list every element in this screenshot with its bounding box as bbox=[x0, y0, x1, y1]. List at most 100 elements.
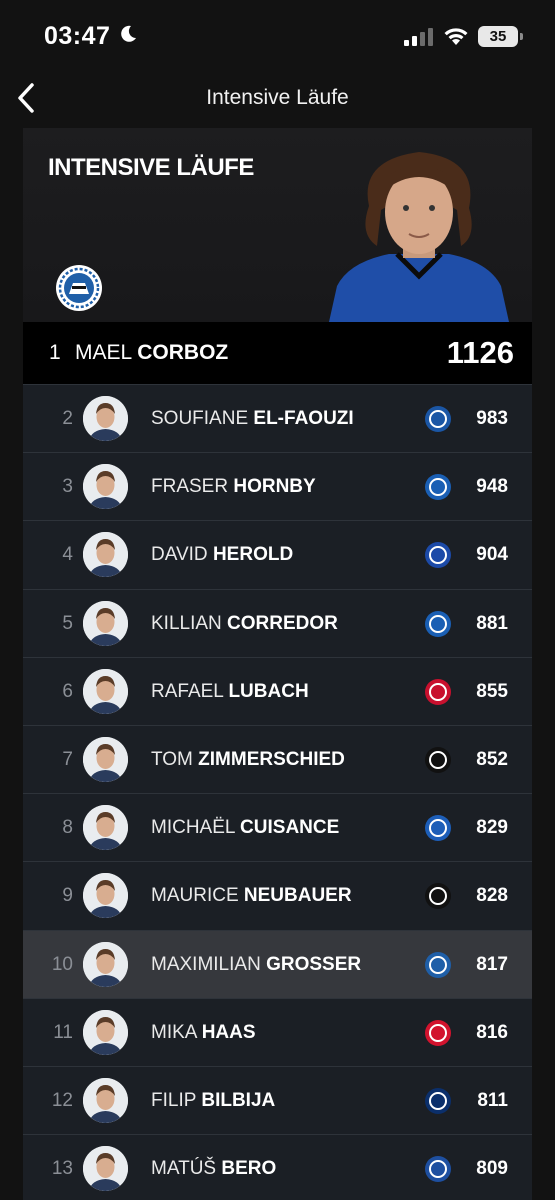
player-avatar bbox=[83, 600, 128, 646]
player-last-name: NEUBAUER bbox=[243, 885, 352, 907]
player-value: 829 bbox=[476, 817, 508, 839]
player-last-name: EL-FAOUZI bbox=[253, 408, 354, 429]
hero-title: INTENSIVE LÄUFE bbox=[48, 154, 254, 181]
player-first-name: FRASER bbox=[151, 476, 229, 498]
darmstadt-crest-icon bbox=[425, 610, 451, 637]
player-first-name: RAFAEL bbox=[151, 680, 224, 702]
player-photo bbox=[329, 152, 509, 322]
player-avatar bbox=[83, 805, 128, 851]
player-avatar bbox=[83, 668, 128, 714]
player-value: 828 bbox=[476, 885, 508, 907]
player-value: 817 bbox=[476, 953, 508, 975]
ranking-row[interactable]: 8 MICHAËL CUISANCE 829 bbox=[23, 793, 532, 862]
player-face-icon bbox=[83, 532, 128, 578]
player-name: TOM ZIMMERSCHIED bbox=[151, 749, 345, 771]
leader-rank: 1 bbox=[49, 341, 61, 364]
player-name: DAVID HEROLD bbox=[151, 544, 293, 566]
leader-row[interactable]: 1 MAEL CORBOZ 1126 bbox=[23, 322, 532, 384]
player-name: MICHAËL CUISANCE bbox=[151, 817, 339, 839]
leader-name: MAEL CORBOZ bbox=[75, 341, 228, 365]
player-last-name: ZIMMERSCHIED bbox=[198, 748, 345, 770]
player-last-name: CORREDOR bbox=[227, 612, 338, 634]
player-name: RAFAEL LUBACH bbox=[151, 681, 309, 703]
player-last-name: HAAS bbox=[201, 1021, 256, 1043]
player-name: FILIP BILBIJA bbox=[151, 1090, 275, 1112]
hertha-crest-icon bbox=[425, 815, 451, 842]
player-last-name: GROSSER bbox=[266, 953, 362, 975]
player-first-name: TOM bbox=[151, 748, 193, 770]
status-time: 03:47 bbox=[44, 22, 111, 50]
page-title: Intensive Läufe bbox=[206, 86, 349, 109]
ranking-list: 2 SOUFIANE EL-FAOUZI 983 3 FRASER HORNBY… bbox=[23, 384, 532, 1200]
ranking-panel: INTENSIVE LÄUFE 1 MAEL CORBOZ 1126 2 SOU… bbox=[23, 128, 532, 1200]
bielefeld-crest-icon bbox=[56, 265, 102, 311]
cellular-signal-icon bbox=[404, 28, 433, 46]
player-name: MAXIMILIAN GROSSER bbox=[151, 954, 361, 976]
leader-last-name: CORBOZ bbox=[137, 341, 229, 364]
player-name: MATÚŠ BERO bbox=[151, 1158, 276, 1180]
player-last-name: CUISANCE bbox=[240, 817, 340, 839]
player-face-icon bbox=[83, 941, 128, 987]
player-avatar bbox=[83, 396, 128, 441]
player-face-icon bbox=[83, 396, 128, 441]
nuernberg-crest-icon bbox=[425, 678, 451, 705]
player-first-name: FILIP bbox=[151, 1089, 197, 1111]
player-name: MAURICE NEUBAUER bbox=[151, 885, 352, 907]
player-last-name: HEROLD bbox=[212, 544, 294, 566]
player-value: 881 bbox=[476, 612, 508, 634]
player-value: 948 bbox=[476, 476, 508, 498]
player-value: 983 bbox=[476, 408, 508, 429]
player-value: 855 bbox=[476, 680, 508, 702]
status-bar: 03:47 35 bbox=[0, 0, 555, 70]
player-value: 816 bbox=[476, 1021, 508, 1043]
player-value: 811 bbox=[477, 1089, 508, 1111]
ranking-row[interactable]: 11 MIKA HAAS 816 bbox=[23, 997, 532, 1066]
ranking-row[interactable]: 5 KILLIAN CORREDOR 881 bbox=[23, 588, 532, 657]
player-first-name: MIKA bbox=[151, 1021, 197, 1043]
player-avatar bbox=[83, 532, 128, 578]
ranking-row[interactable]: 7 TOM ZIMMERSCHIED 852 bbox=[23, 724, 532, 794]
player-name: KILLIAN CORREDOR bbox=[151, 613, 338, 635]
player-face-icon bbox=[83, 1146, 128, 1192]
player-avatar bbox=[83, 1009, 128, 1055]
darmstadt-crest-icon bbox=[425, 474, 451, 501]
player-name: MIKA HAAS bbox=[151, 1022, 256, 1044]
player-last-name: LUBACH bbox=[228, 680, 309, 702]
player-avatar bbox=[83, 736, 128, 782]
player-face-icon bbox=[83, 805, 128, 851]
player-last-name: BERO bbox=[221, 1158, 277, 1180]
player-first-name: DAVID bbox=[151, 544, 208, 566]
player-face-icon bbox=[83, 1009, 128, 1055]
ranking-row[interactable]: 2 SOUFIANE EL-FAOUZI 983 bbox=[23, 384, 532, 453]
player-face-icon bbox=[83, 600, 128, 646]
ranking-row[interactable]: 10 MAXIMILIAN GROSSER 817 bbox=[23, 929, 532, 998]
ranking-row[interactable]: 12 FILIP BILBIJA 811 bbox=[23, 1065, 532, 1135]
player-value: 809 bbox=[476, 1158, 508, 1180]
player-first-name: MAXIMILIAN bbox=[151, 953, 261, 975]
player-face-icon bbox=[83, 1077, 128, 1123]
kaiserslautern-crest-icon bbox=[425, 1019, 451, 1046]
ksc-crest-icon bbox=[425, 542, 451, 569]
player-name: SOUFIANE EL-FAOUZI bbox=[151, 408, 354, 430]
ranking-row[interactable]: 4 DAVID HEROLD 904 bbox=[23, 520, 532, 589]
player-avatar bbox=[83, 464, 128, 510]
ranking-row[interactable]: 13 MATÚŠ BERO 809 bbox=[23, 1134, 532, 1200]
player-face-icon bbox=[83, 668, 128, 714]
battery-indicator: 35 bbox=[478, 26, 523, 47]
bielefeld-crest-icon bbox=[425, 951, 451, 978]
bochum-crest-icon bbox=[425, 1156, 451, 1183]
player-avatar bbox=[83, 1146, 128, 1192]
player-first-name: KILLIAN bbox=[151, 612, 222, 634]
player-face-icon bbox=[83, 736, 128, 782]
player-avatar bbox=[83, 873, 128, 919]
elversberg-crest-icon bbox=[425, 746, 451, 773]
player-face-icon bbox=[83, 464, 128, 510]
ranking-row[interactable]: 3 FRASER HORNBY 948 bbox=[23, 452, 532, 521]
ranking-row[interactable]: 9 MAURICE NEUBAUER 828 bbox=[23, 861, 532, 930]
nav-bar: Intensive Läufe bbox=[0, 70, 555, 128]
ranking-row[interactable]: 6 RAFAEL LUBACH 855 bbox=[23, 656, 532, 725]
hannover-crest-icon bbox=[425, 883, 451, 910]
player-first-name: SOUFIANE bbox=[151, 408, 249, 429]
player-first-name: MAURICE bbox=[151, 885, 239, 907]
moon-icon bbox=[121, 25, 136, 42]
